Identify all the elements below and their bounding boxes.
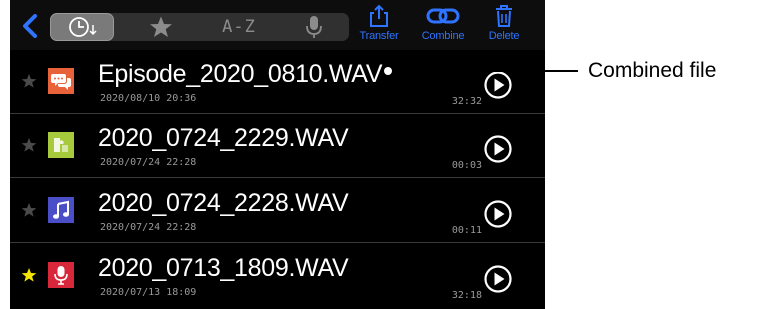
file-type-badge bbox=[48, 262, 74, 288]
file-duration: 00:11 bbox=[451, 225, 482, 236]
sort-options: A-Z bbox=[50, 13, 349, 41]
file-date: 2020/08/10 20:36 bbox=[100, 93, 197, 104]
star-icon bbox=[21, 138, 37, 152]
back-button[interactable] bbox=[16, 13, 44, 39]
share-upload-icon bbox=[370, 4, 388, 27]
file-date: 2020/07/24 22:28 bbox=[100, 157, 197, 168]
play-icon[interactable] bbox=[483, 134, 513, 164]
play-icon[interactable] bbox=[483, 70, 513, 100]
combine-label: Combine bbox=[421, 30, 465, 42]
file-duration: 00:03 bbox=[451, 160, 482, 171]
transfer-label: Transfer bbox=[359, 30, 399, 42]
play-icon[interactable] bbox=[483, 264, 513, 294]
list-item[interactable]: 2020_0713_1809.WAV 2020/07/13 18:09 32:1… bbox=[10, 245, 545, 308]
favorite-toggle[interactable] bbox=[18, 199, 40, 221]
file-type-badge bbox=[48, 68, 74, 94]
star-icon bbox=[150, 16, 172, 37]
file-duration: 32:18 bbox=[451, 290, 482, 301]
puzzle-icon bbox=[54, 138, 68, 152]
combine-button[interactable]: Combine bbox=[415, 4, 471, 50]
file-name: Episode_2020_0810.WAV bbox=[98, 60, 383, 88]
star-icon bbox=[21, 74, 37, 88]
toolbar: A-Z Transfer Combine Delete bbox=[10, 0, 545, 50]
file-type-badge bbox=[48, 132, 74, 158]
sort-by-star-button[interactable] bbox=[126, 13, 196, 41]
file-name: 2020_0724_2229.WAV bbox=[98, 124, 349, 152]
callout-line bbox=[388, 70, 578, 72]
list-item[interactable]: Episode_2020_0810.WAV 2020/08/10 20:36 3… bbox=[10, 51, 545, 114]
link-icon bbox=[426, 8, 460, 24]
sort-az-label: A-Z bbox=[222, 17, 256, 37]
file-list-screen: A-Z Transfer Combine Delete Episode_2020… bbox=[10, 0, 545, 309]
transfer-button[interactable]: Transfer bbox=[355, 4, 403, 50]
sort-by-name-button[interactable]: A-Z bbox=[204, 13, 274, 41]
favorite-toggle[interactable] bbox=[18, 70, 40, 92]
delete-label: Delete bbox=[488, 30, 520, 42]
play-icon[interactable] bbox=[483, 199, 513, 229]
file-date: 2020/07/13 18:09 bbox=[100, 287, 197, 298]
star-icon bbox=[21, 203, 37, 217]
microphone-icon bbox=[54, 266, 68, 285]
delete-button[interactable]: Delete bbox=[480, 4, 528, 50]
sort-by-type-button[interactable] bbox=[279, 13, 349, 41]
file-type-badge bbox=[48, 197, 74, 223]
microphone-icon bbox=[306, 16, 322, 38]
callout-dot bbox=[382, 65, 394, 77]
file-duration: 32:32 bbox=[451, 96, 482, 107]
star-icon bbox=[21, 268, 37, 282]
file-date: 2020/07/24 22:28 bbox=[100, 222, 197, 233]
callout-label: Combined file bbox=[588, 59, 717, 82]
chevron-left-icon bbox=[23, 14, 37, 38]
list-item[interactable]: 2020_0724_2228.WAV 2020/07/24 22:28 00:1… bbox=[10, 180, 545, 243]
favorite-toggle[interactable] bbox=[18, 264, 40, 286]
file-name: 2020_0724_2228.WAV bbox=[98, 189, 349, 217]
list-item[interactable]: 2020_0724_2229.WAV 2020/07/24 22:28 00:0… bbox=[10, 115, 545, 178]
music-note-icon bbox=[53, 200, 69, 219]
clock-sort-icon bbox=[69, 17, 97, 37]
sort-by-date-button[interactable] bbox=[50, 13, 114, 41]
favorite-toggle[interactable] bbox=[18, 134, 40, 156]
file-name: 2020_0713_1809.WAV bbox=[98, 254, 349, 282]
trash-icon bbox=[496, 5, 512, 27]
speech-bubble-icon bbox=[51, 74, 71, 90]
